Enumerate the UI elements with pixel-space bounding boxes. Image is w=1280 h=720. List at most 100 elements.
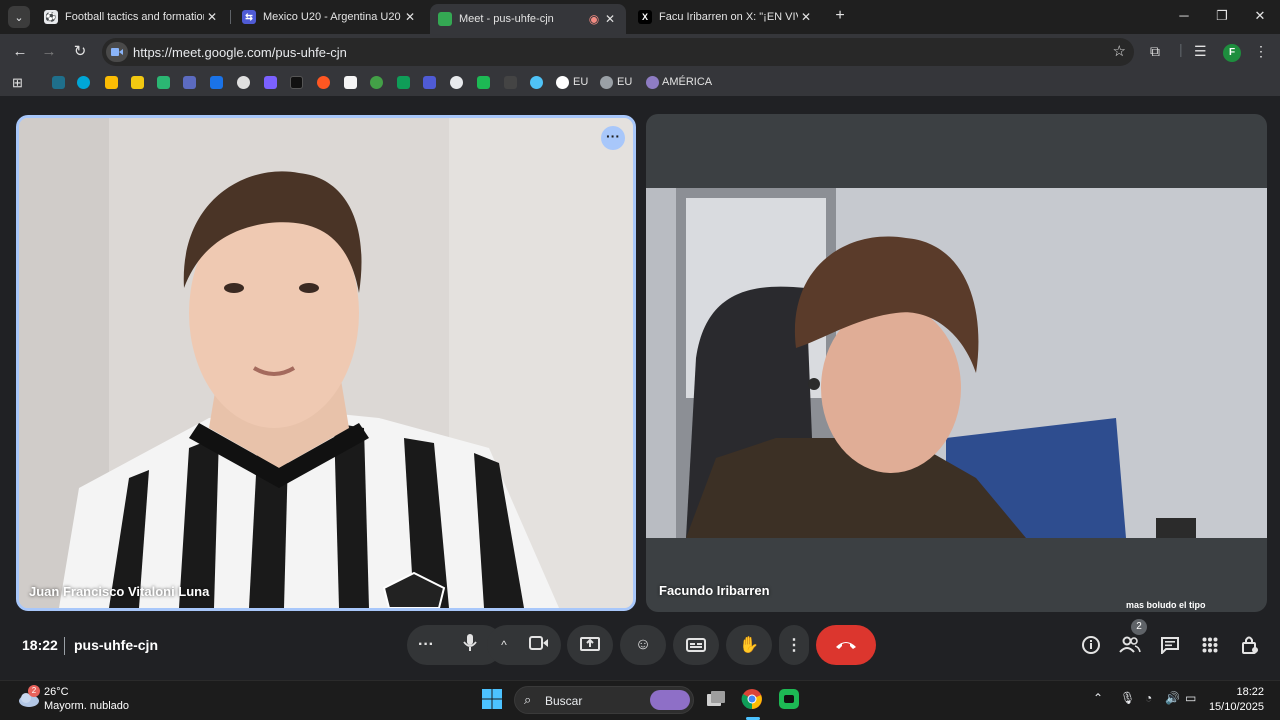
tab-x-post[interactable]: X Facu Iribarren on X: "¡EN VIVO c ✕	[630, 4, 822, 30]
close-icon[interactable]: ✕	[402, 10, 418, 24]
participant-tile[interactable]: Facundo Iribarren	[646, 114, 1267, 612]
bookmark-icon[interactable]	[600, 76, 613, 89]
bookmark-icon[interactable]	[504, 76, 517, 89]
task-view-icon	[707, 691, 725, 706]
microphone-icon	[463, 633, 477, 651]
bookmark-icon[interactable]	[77, 76, 90, 89]
captions-button[interactable]	[673, 625, 719, 665]
bookmark-icon[interactable]	[210, 76, 223, 89]
battery-icon[interactable]: ▭	[1185, 691, 1196, 705]
participant-name: Facundo Iribarren	[659, 583, 770, 598]
meeting-details-button[interactable]	[1079, 633, 1103, 657]
bookmark-icon[interactable]	[264, 76, 277, 89]
tile-more-options-button[interactable]: ···	[601, 126, 625, 150]
minimize-button[interactable]: ─	[1166, 4, 1202, 28]
meet-stage: ··· Juan Francisco Vitaloni Luna Facundo…	[0, 100, 1280, 680]
tab-search-dropdown[interactable]: ⌄	[8, 6, 30, 28]
bookmark-icon[interactable]	[183, 76, 196, 89]
reactions-button[interactable]: ☺	[620, 625, 666, 665]
back-button[interactable]: ←	[9, 41, 31, 63]
reload-button[interactable]: ↻	[69, 41, 91, 63]
address-bar[interactable]: https://meet.google.com/pus-uhfe-cjn ☆	[102, 38, 1134, 66]
audio-options-button[interactable]: ···	[407, 636, 445, 654]
bookmark-icon[interactable]	[450, 76, 463, 89]
bookmark-icon[interactable]	[157, 76, 170, 89]
caption-speaker-redacted	[1068, 600, 1124, 610]
weather-alert-badge: 2	[28, 685, 40, 697]
apps-grid-icon[interactable]: ⊞	[12, 75, 23, 91]
bookmark-icon[interactable]	[556, 76, 569, 89]
more-options-button[interactable]: ⋮	[779, 625, 809, 665]
leave-call-button[interactable]	[816, 625, 876, 665]
clock-date[interactable]: 15/10/2025	[1209, 701, 1264, 713]
people-button[interactable]	[1118, 633, 1142, 657]
bookmark-star-icon[interactable]: ☆	[1113, 42, 1126, 60]
sheets-icon[interactable]	[397, 76, 410, 89]
weather-description[interactable]: Mayorm. nublado	[44, 700, 129, 712]
chat-button[interactable]	[1158, 633, 1182, 657]
bookmark-icon[interactable]	[530, 76, 543, 89]
taskbar-search[interactable]: ⌕ Buscar	[514, 686, 694, 714]
new-tab-button[interactable]: +	[830, 6, 850, 26]
activities-button[interactable]	[1198, 633, 1222, 657]
host-controls-button[interactable]	[1238, 633, 1262, 657]
close-icon[interactable]: ✕	[602, 12, 618, 26]
bookmark-icon[interactable]	[370, 76, 383, 89]
bookmark-icon[interactable]	[290, 76, 303, 89]
volume-icon[interactable]: 🔊	[1165, 691, 1180, 705]
arrow-left-icon: ←	[12, 43, 28, 60]
bookmark-icon[interactable]	[317, 76, 330, 89]
bookmark-icon[interactable]	[237, 76, 250, 89]
restore-button[interactable]: ❐	[1204, 4, 1240, 28]
clock-time[interactable]: 18:22	[1236, 686, 1264, 698]
chrome-taskbar-button[interactable]	[741, 688, 765, 712]
game-app-icon	[779, 689, 799, 709]
extensions-icon[interactable]: ⧉	[1150, 43, 1160, 60]
close-icon[interactable]: ✕	[204, 10, 220, 24]
windows-start-button[interactable]	[481, 688, 505, 712]
media-controls-icon[interactable]: ☰	[1194, 43, 1207, 60]
microphone-icon[interactable]: 🎙	[1120, 691, 1135, 705]
people-icon	[1119, 636, 1141, 653]
participant-tile-speaking[interactable]: ··· Juan Francisco Vitaloni Luna	[16, 115, 636, 611]
call-end-icon	[836, 642, 856, 649]
site-info-button[interactable]	[106, 42, 128, 62]
present-icon	[580, 637, 600, 651]
close-icon[interactable]: ✕	[798, 10, 814, 24]
bookmark-icon[interactable]	[646, 76, 659, 89]
video-options-chevron-icon[interactable]: ^	[487, 638, 521, 652]
kebab-menu-icon[interactable]: ⋮	[1254, 43, 1268, 60]
tab-strip: ⌄ ⚽ Football tactics and formations ✕ ⇆ …	[0, 0, 1280, 34]
profile-avatar[interactable]: F	[1223, 44, 1241, 62]
divider	[64, 637, 65, 655]
forward-button[interactable]: →	[38, 41, 60, 63]
present-screen-button[interactable]	[567, 625, 613, 665]
camera-button[interactable]	[521, 635, 557, 655]
app-taskbar-button[interactable]	[778, 688, 802, 712]
search-highlight-image	[650, 690, 690, 710]
sync-site-icon: ⇆	[242, 10, 256, 24]
tab-mexico-argentina[interactable]: ⇆ Mexico U20 - Argentina U20 en ✕	[234, 4, 426, 30]
bookmark-icon[interactable]	[477, 76, 490, 89]
raise-hand-button[interactable]: ✋	[726, 625, 772, 665]
close-window-button[interactable]: ✕	[1242, 4, 1278, 28]
bookmark-icon[interactable]	[423, 76, 436, 89]
camera-icon	[111, 48, 123, 56]
task-view-button[interactable]	[705, 688, 729, 712]
temperature[interactable]: 26°C	[44, 686, 69, 698]
windows-logo-icon	[482, 689, 502, 709]
recording-icon: ◉	[588, 12, 600, 26]
drive-icon[interactable]	[105, 76, 118, 89]
bookmark-icon[interactable]	[131, 76, 144, 89]
bookmark-label[interactable]: AMÉRICA	[662, 76, 712, 88]
bookmark-icon[interactable]	[344, 76, 357, 89]
bookmark-label[interactable]: EU	[573, 76, 588, 88]
bookmark-label[interactable]: EU	[617, 76, 632, 88]
closed-captions-icon	[686, 638, 706, 652]
bookmark-icon[interactable]	[52, 76, 65, 89]
tab-football-tactics[interactable]: ⚽ Football tactics and formations ✕	[36, 4, 228, 30]
x-logo-icon: X	[638, 10, 652, 24]
chevron-up-icon[interactable]: ⌃	[1093, 691, 1103, 705]
wifi-icon[interactable]: ◔	[1145, 691, 1152, 705]
tab-meet[interactable]: Meet - pus-uhfe-cjn ◉ ✕	[430, 4, 626, 34]
